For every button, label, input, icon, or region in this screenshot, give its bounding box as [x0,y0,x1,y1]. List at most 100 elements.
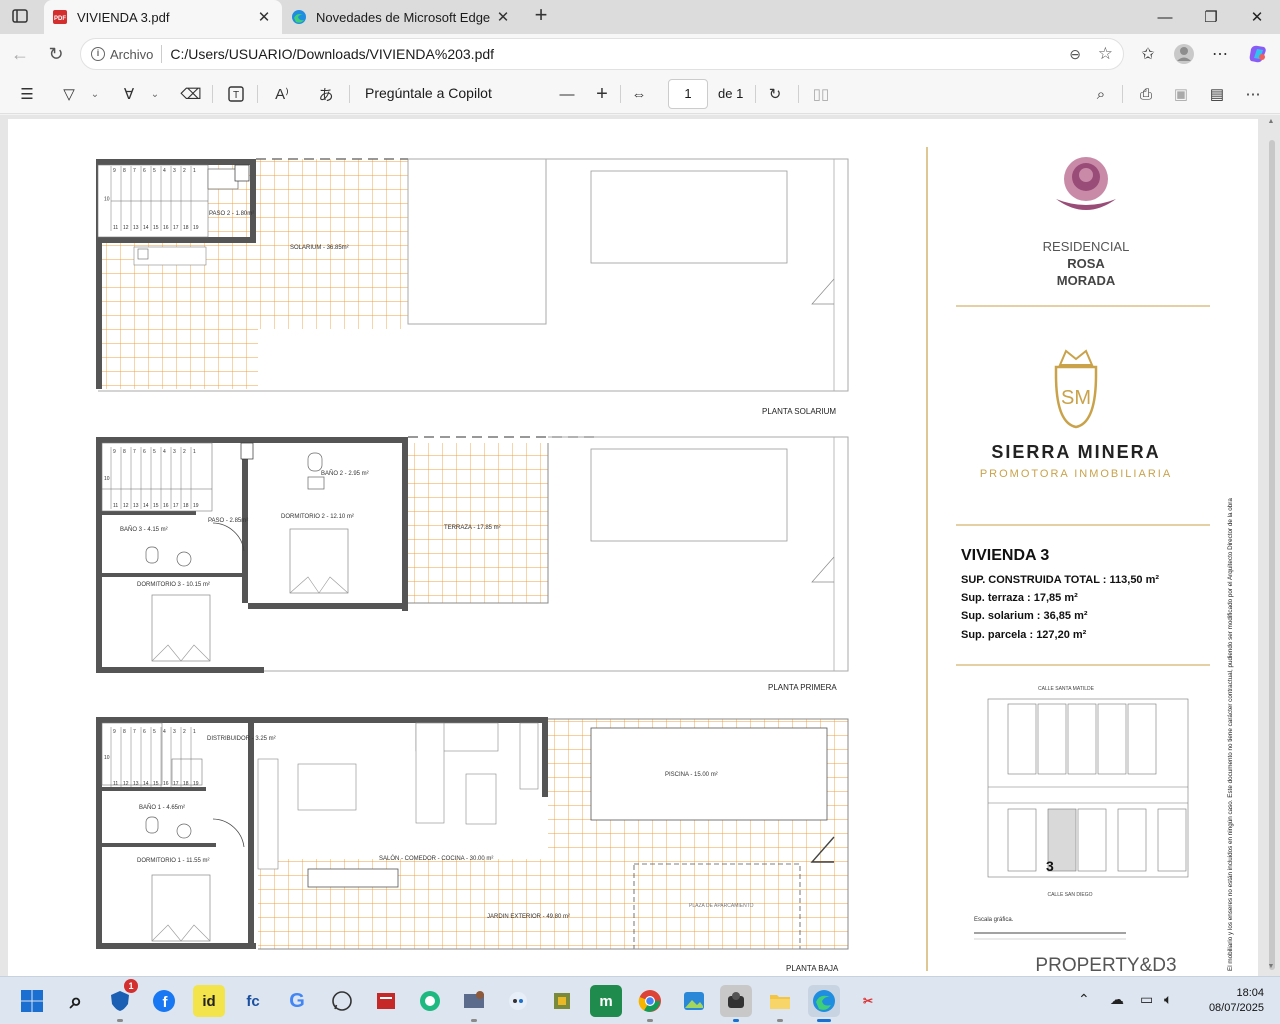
zoom-out-icon[interactable]: ⊖ [1069,46,1081,63]
windows-start-icon[interactable] [16,985,48,1017]
label-bano1: BAÑO 1 - 4.65m² [139,804,185,811]
close-window-button[interactable]: ✕ [1234,0,1280,34]
new-tab-button[interactable]: + [530,4,552,27]
tab-actions-button[interactable] [8,5,32,29]
url-text[interactable]: C:/Users/USUARIO/Downloads/VIVIENDA%203.… [170,46,494,62]
news-app-icon[interactable] [370,985,402,1017]
favorite-star-icon[interactable]: ☆ [1098,44,1113,64]
highlight-icon[interactable]: ▽ [58,82,80,106]
property-d3-logo: PROPERTY&D3 [1035,955,1176,976]
edge-icon [291,9,307,25]
street-bottom: CALLE SAN DIEGO [1047,892,1092,898]
info-icon[interactable]: i [91,47,105,61]
scrollbar-thumb[interactable] [1269,140,1275,970]
network-icon[interactable]: ▭ [1140,991,1153,1008]
tab-edge-news[interactable]: Novedades de Microsoft Edge ✕ [283,0,521,34]
pdf-page: PASO 2 - 1.80m² SOLARIUM - 36.85m² PLANT… [8,119,1258,976]
draw-icon[interactable]: ∀ [118,82,140,106]
google-icon[interactable]: G [281,985,313,1017]
dark-app-icon[interactable] [720,985,752,1022]
stair-step-label: 18 [183,225,189,231]
stair-step-label: 13 [133,225,139,231]
stair-step-label: 7 [133,729,136,735]
stair-step-label: 3 [173,168,176,174]
page-view-icon[interactable]: ▯▯ [810,82,832,106]
chevron-down-icon[interactable]: ⌄ [148,82,162,106]
stair-step-label: 11 [113,503,118,509]
tab-vivienda-pdf[interactable]: PDF VIVIENDA 3.pdf ✕ [44,0,282,34]
facebook-icon[interactable]: f [148,985,180,1017]
contents-icon[interactable]: ☰ [16,82,38,106]
stair-step-label: 6 [143,729,146,735]
snipping-tool-icon[interactable]: ✂ [852,985,884,1017]
green-circle-app-icon[interactable] [414,985,446,1017]
favorites-icon[interactable]: ✩ [1134,40,1162,68]
search-icon[interactable]: ⌕ [60,985,92,1017]
refresh-button[interactable]: ↻ [42,40,70,68]
fc-app-icon[interactable]: fc [237,985,269,1017]
sheets-app-icon[interactable]: m [590,985,622,1017]
eraser-icon[interactable]: ⌫ [180,82,202,106]
stair-step-label: 15 [153,503,159,509]
file-explorer-icon[interactable] [764,985,796,1022]
svg-text:T: T [233,90,239,101]
pdf-viewer[interactable]: PASO 2 - 1.80m² SOLARIUM - 36.85m² PLANT… [0,115,1280,976]
id-app-icon[interactable]: id [193,985,225,1017]
clock[interactable]: 18:04 08/07/2025 [1209,986,1264,1016]
close-tab-icon[interactable]: ✕ [493,7,513,27]
photos-icon[interactable] [678,985,710,1017]
stair-landing-label: 10 [104,755,110,761]
page-number-input[interactable]: 1 [668,79,708,109]
ask-copilot-button[interactable]: Pregúntale a Copilot [365,85,492,101]
link-app-icon[interactable] [502,985,534,1017]
search-icon[interactable]: ⌕ [1090,82,1112,106]
label-bano3: BAÑO 3 - 4.15 m² [120,526,168,533]
clock-date: 08/07/2025 [1208,1002,1264,1014]
edge-taskbar-icon[interactable] [808,985,840,1022]
more-menu-icon[interactable]: ⋯ [1206,40,1234,68]
stair-step-label: 4 [163,729,166,735]
stair-step-label: 13 [133,503,139,509]
label-paso: PASO - 2.85m² [208,518,248,524]
spec-terraza: Sup. terraza : 17,85 m² [961,592,1078,604]
brand-residencial: RESIDENCIAL [1043,239,1130,254]
chrome-icon[interactable] [634,985,666,1022]
read-aloud-icon[interactable]: A⁾ [270,82,294,106]
close-tab-icon[interactable]: ✕ [254,7,274,27]
street-top: CALLE SANTA MATILDE [1038,686,1095,692]
stair-step-label: 2 [183,449,186,455]
photo-edit-icon[interactable] [546,985,578,1017]
stair-step-label: 14 [143,225,149,231]
scroll-down-icon[interactable]: ▼ [1267,963,1275,973]
restore-button[interactable]: ❐ [1188,0,1234,34]
print-icon[interactable]: ⎙ [1135,82,1157,106]
rotate-icon[interactable]: ↻ [764,82,786,106]
profile-avatar[interactable] [1170,40,1198,68]
save-as-icon[interactable]: ▤ [1206,82,1228,106]
taskbar: ⌕ 1 f id fc G m ✂ ⌃ ☁ ▭ 🔈︎ 18:04 08/07/2… [0,976,1280,1024]
text-box-icon[interactable]: T [225,82,247,106]
address-bar[interactable]: i Archivo C:/Users/USUARIO/Downloads/VIV… [80,38,1124,70]
tab-title: Novedades de Microsoft Edge [316,9,491,25]
more-options-icon[interactable]: ⋯ [1242,82,1264,106]
back-button[interactable]: ← [6,40,34,68]
minimize-button[interactable]: — [1142,0,1188,34]
copilot-icon[interactable] [1244,40,1272,68]
save-icon[interactable]: ▣ [1170,82,1192,106]
chevron-down-icon[interactable]: ⌄ [88,82,102,106]
whatsapp-icon[interactable] [326,985,358,1017]
zoom-out-button[interactable]: — [556,82,578,106]
stair-step-label: 12 [123,503,129,509]
chevron-up-icon[interactable]: ⌃ [1078,991,1090,1008]
screen-app-icon[interactable] [458,985,490,1022]
stair-step-label: 18 [183,781,189,787]
onedrive-icon[interactable]: ☁ [1110,991,1124,1008]
scroll-up-icon[interactable]: ▲ [1267,118,1275,128]
volume-icon[interactable]: 🔈︎ [1164,991,1172,1008]
security-app-icon[interactable]: 1 [104,979,138,1022]
zoom-in-button[interactable]: + [591,82,613,106]
spec-total: SUP. CONSTRUIDA TOTAL : 113,50 m² [961,574,1159,586]
stair-step-label: 8 [123,729,126,735]
translate-icon[interactable]: あ [314,82,338,106]
fit-page-icon[interactable]: ⇔ [628,82,650,106]
